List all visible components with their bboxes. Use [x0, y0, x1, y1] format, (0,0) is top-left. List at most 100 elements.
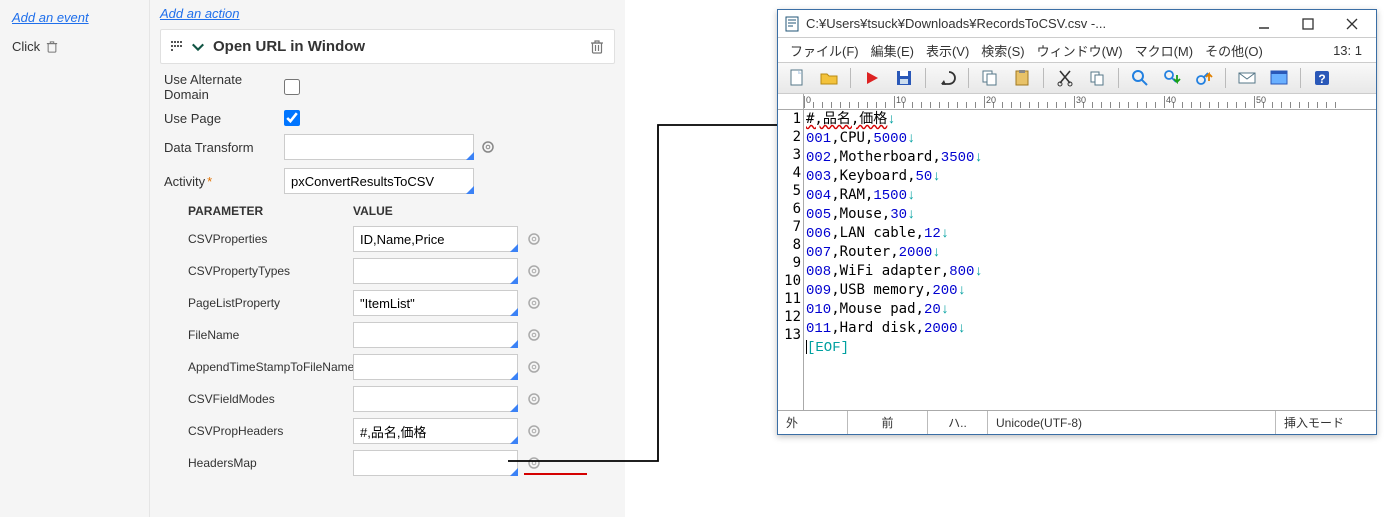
minimize-button[interactable] — [1242, 10, 1286, 38]
param-value-input[interactable] — [353, 386, 518, 412]
param-name: CSVPropHeaders — [188, 424, 353, 438]
save-icon[interactable] — [891, 65, 917, 91]
record-play-icon[interactable] — [859, 65, 885, 91]
param-row: CSVFieldModes — [160, 386, 615, 412]
editor-menubar: ファイル(F) 編集(E) 表示(V) 検索(S) ウィンドウ(W) マクロ(M… — [778, 38, 1376, 62]
new-file-icon[interactable] — [784, 65, 810, 91]
editor-body: 12345678910111213 #,品名,価格↓001,CPU,5000↓0… — [778, 110, 1376, 410]
row-activity: Activity — [160, 168, 615, 194]
add-action-link[interactable]: Add an action — [160, 6, 615, 21]
param-value-input[interactable] — [353, 290, 518, 316]
help-icon[interactable]: ? — [1309, 65, 1335, 91]
label-use-alt-domain: Use Alternate Domain — [164, 72, 284, 102]
editor-line: 001,CPU,5000↓ — [806, 129, 1376, 148]
row-data-transform: Data Transform — [160, 134, 615, 160]
editor-line: 008,WiFi adapter,800↓ — [806, 262, 1376, 281]
browser-icon[interactable] — [1266, 65, 1292, 91]
editor-text[interactable]: #,品名,価格↓001,CPU,5000↓002,Motherboard,350… — [804, 110, 1376, 410]
editor-titlebar: C:¥Users¥tsuck¥Downloads¥RecordsToCSV.cs… — [778, 10, 1376, 38]
trash-icon[interactable] — [590, 39, 604, 55]
copy-icon[interactable] — [977, 65, 1003, 91]
undo-icon[interactable] — [934, 65, 960, 91]
menu-file[interactable]: ファイル(F) — [786, 41, 863, 60]
gear-icon[interactable] — [526, 327, 542, 343]
svg-text:?: ? — [1318, 72, 1325, 86]
gear-icon[interactable] — [526, 295, 542, 311]
open-folder-icon[interactable] — [816, 65, 842, 91]
param-name: CSVFieldModes — [188, 392, 353, 406]
editor-line: 009,USB memory,200↓ — [806, 281, 1376, 300]
param-value-input[interactable] — [353, 258, 518, 284]
col-value: VALUE — [353, 204, 393, 218]
app-icon — [784, 16, 800, 32]
gear-icon[interactable] — [526, 231, 542, 247]
search-up-icon[interactable] — [1191, 65, 1217, 91]
editor-line: 010,Mouse pad,20↓ — [806, 300, 1376, 319]
param-row: CSVPropHeaders — [160, 418, 615, 444]
checkbox-use-page[interactable] — [284, 110, 300, 126]
add-event-link[interactable]: Add an event — [12, 10, 137, 25]
mail-icon[interactable] — [1234, 65, 1260, 91]
search-icon[interactable] — [1127, 65, 1153, 91]
row-use-page: Use Page — [160, 110, 615, 126]
gear-icon[interactable] — [526, 423, 542, 439]
editor-line: 003,Keyboard,50↓ — [806, 167, 1376, 186]
param-name: PageListProperty — [188, 296, 353, 310]
editor-line: 004,RAM,1500↓ — [806, 186, 1376, 205]
menu-search[interactable]: 検索(S) — [977, 41, 1028, 60]
label-data-transform: Data Transform — [164, 140, 284, 155]
ruler: 01020304050 — [804, 94, 1376, 110]
line-number-gutter: 12345678910111213 — [778, 110, 804, 410]
editor-line: 005,Mouse,30↓ — [806, 205, 1376, 224]
menu-macro[interactable]: マクロ(M) — [1131, 41, 1198, 60]
events-sidebar: Add an event Click — [0, 0, 150, 517]
menu-view[interactable]: 表示(V) — [922, 41, 973, 60]
menu-edit[interactable]: 編集(E) — [867, 41, 918, 60]
param-row: CSVProperties — [160, 226, 615, 252]
param-name: FileName — [188, 328, 353, 342]
input-activity[interactable] — [284, 168, 474, 194]
editor-line: 007,Router,2000↓ — [806, 243, 1376, 262]
param-row: PageListProperty — [160, 290, 615, 316]
search-down-icon[interactable] — [1159, 65, 1185, 91]
input-data-transform[interactable] — [284, 134, 474, 160]
drag-handle-icon[interactable] — [171, 41, 183, 53]
param-value-input[interactable] — [353, 418, 518, 444]
param-value-input[interactable] — [353, 322, 518, 348]
cut-icon[interactable] — [1052, 65, 1078, 91]
editor-toolbar: ? — [778, 62, 1376, 94]
param-row: CSVPropertyTypes — [160, 258, 615, 284]
menu-other[interactable]: その他(O) — [1201, 41, 1267, 60]
action-title: Open URL in Window — [213, 38, 590, 55]
gear-icon[interactable] — [480, 139, 496, 155]
editor-line: [EOF] — [806, 338, 1376, 357]
chevron-down-icon[interactable] — [191, 42, 205, 52]
copy-selection-icon[interactable] — [1084, 65, 1110, 91]
editor-line: 006,LAN cable,12↓ — [806, 224, 1376, 243]
gear-icon[interactable] — [526, 263, 542, 279]
status-encoding: Unicode(UTF-8) — [988, 411, 1276, 434]
paste-icon[interactable] — [1009, 65, 1035, 91]
param-value-input[interactable] — [353, 354, 518, 380]
editor-line: 011,Hard disk,2000↓ — [806, 319, 1376, 338]
editor-window: C:¥Users¥tsuck¥Downloads¥RecordsToCSV.cs… — [777, 9, 1377, 435]
trash-icon[interactable] — [46, 40, 58, 54]
pega-panel: Add an event Click Add an action Open UR… — [0, 0, 625, 517]
close-button[interactable] — [1330, 10, 1374, 38]
gear-icon[interactable] — [526, 391, 542, 407]
status-insert-mode: 挿入モード — [1276, 411, 1376, 434]
maximize-button[interactable] — [1286, 10, 1330, 38]
gear-icon[interactable] — [526, 359, 542, 375]
click-event-label: Click — [12, 39, 40, 54]
window-title: C:¥Users¥tsuck¥Downloads¥RecordsToCSV.cs… — [806, 16, 1242, 31]
param-value-input[interactable] — [353, 450, 518, 476]
param-name: HeadersMap — [188, 456, 353, 470]
click-event-row[interactable]: Click — [12, 39, 137, 54]
menu-window[interactable]: ウィンドウ(W) — [1033, 41, 1127, 60]
gear-icon[interactable] — [526, 455, 542, 471]
label-activity: Activity — [164, 174, 284, 189]
label-use-page: Use Page — [164, 111, 284, 126]
param-value-input[interactable] — [353, 226, 518, 252]
checkbox-use-alt-domain[interactable] — [284, 79, 300, 95]
col-parameter: PARAMETER — [188, 204, 353, 218]
